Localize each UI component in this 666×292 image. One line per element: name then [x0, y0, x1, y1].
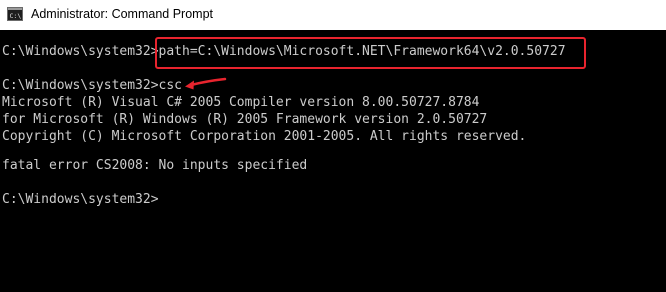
console-line: Microsoft (R) Visual C# 2005 Compiler ve… — [2, 95, 480, 110]
console-prompt-line[interactable]: C:\Windows\system32> — [2, 191, 159, 208]
console-line: C:\Windows\system32>csc — [2, 78, 183, 93]
console-line: fatal error CS2008: No inputs specified — [2, 158, 308, 173]
window-title: Administrator: Command Prompt — [31, 7, 214, 21]
title-bar[interactable]: C:\ Administrator: Command Prompt — [0, 0, 666, 30]
console-line: Copyright (C) Microsoft Corporation 2001… — [2, 129, 527, 144]
highlight-box — [155, 37, 586, 69]
red-arrow-icon — [185, 77, 227, 90]
svg-text:C:\: C:\ — [10, 12, 22, 20]
console-line: for Microsoft (R) Windows (R) 2005 Frame… — [2, 112, 488, 127]
command-prompt-window: C:\ Administrator: Command Prompt C:\Win… — [0, 0, 666, 292]
cmd-icon: C:\ — [7, 7, 23, 21]
console-output[interactable]: C:\Windows\system32>path=C:\Windows\Micr… — [0, 30, 666, 292]
